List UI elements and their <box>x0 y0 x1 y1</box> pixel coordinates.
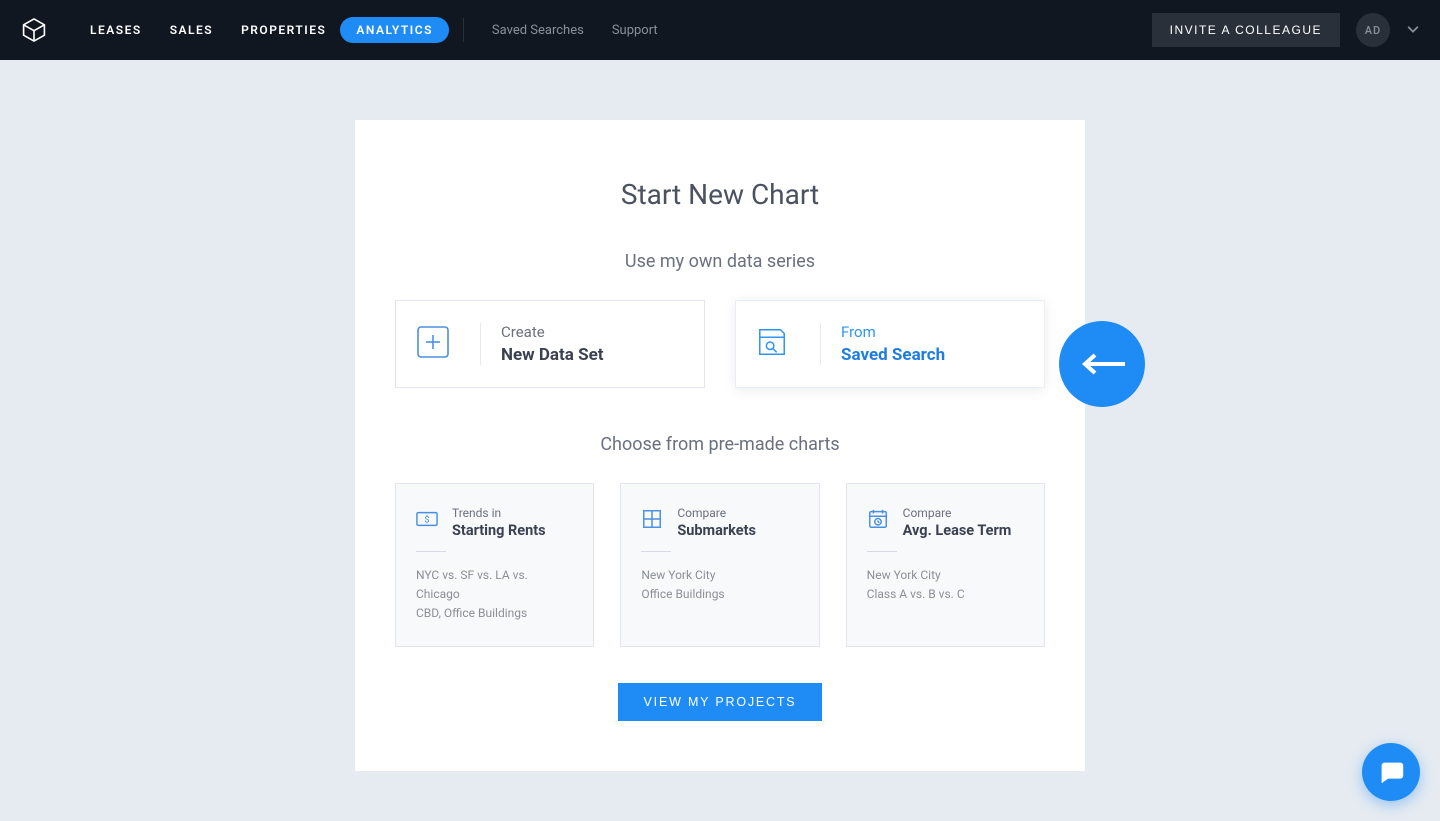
nav-analytics[interactable]: ANALYTICS <box>340 17 449 43</box>
start-chart-card: Start New Chart Use my own data series C… <box>355 120 1085 771</box>
premade-label-bottom: Avg. Lease Term <box>903 522 1012 539</box>
nav-leases[interactable]: LEASES <box>76 15 156 45</box>
premade-label-top: Compare <box>677 506 756 520</box>
premade-row: $ Trends in Starting Rents NYC vs. SF vs… <box>395 483 1045 647</box>
premade-lease-term-card[interactable]: Compare Avg. Lease Term New York City Cl… <box>846 483 1045 647</box>
options-row: Create New Data Set <box>395 300 1045 388</box>
option-label-bottom: Saved Search <box>841 345 945 365</box>
plus-square-icon <box>416 325 450 363</box>
logo-icon[interactable] <box>20 16 48 44</box>
nav-support[interactable]: Support <box>598 15 672 46</box>
svg-text:$: $ <box>424 515 429 526</box>
option-divider <box>820 323 821 365</box>
option-divider <box>480 323 481 365</box>
premade-desc: New York City Office Buildings <box>641 566 798 604</box>
premade-label-top: Compare <box>903 506 1012 520</box>
premade-label-top: Trends in <box>452 506 546 520</box>
from-saved-search-button[interactable]: From Saved Search <box>735 300 1045 388</box>
premade-desc: New York City Class A vs. B vs. C <box>867 566 1024 604</box>
card-title: Start New Chart <box>395 178 1045 211</box>
view-my-projects-button[interactable]: VIEW MY PROJECTS <box>618 683 823 721</box>
nav-saved-searches[interactable]: Saved Searches <box>478 15 598 46</box>
invite-colleague-button[interactable]: INVITE A COLLEAGUE <box>1152 13 1340 47</box>
chat-icon <box>1376 757 1406 787</box>
option-label-top: From <box>841 323 945 341</box>
chevron-down-icon[interactable] <box>1406 21 1420 40</box>
nav-right: INVITE A COLLEAGUE AD <box>1152 13 1420 47</box>
premade-label-bottom: Starting Rents <box>452 522 546 539</box>
nav-properties[interactable]: PROPERTIES <box>227 15 340 45</box>
own-data-title: Use my own data series <box>395 251 1045 272</box>
premade-starting-rents-card[interactable]: $ Trends in Starting Rents NYC vs. SF vs… <box>395 483 594 647</box>
option-label-bottom: New Data Set <box>501 345 604 365</box>
avatar[interactable]: AD <box>1356 13 1390 47</box>
grid-icon <box>641 508 663 530</box>
callout-arrow-icon <box>1059 321 1145 407</box>
premade-desc: NYC vs. SF vs. LA vs. Chicago CBD, Offic… <box>416 566 573 624</box>
chat-widget-button[interactable] <box>1362 743 1420 801</box>
premade-divider <box>641 551 671 552</box>
premade-divider <box>416 551 446 552</box>
option-label-top: Create <box>501 323 604 341</box>
premade-label-bottom: Submarkets <box>677 522 756 539</box>
premade-submarkets-card[interactable]: Compare Submarkets New York City Office … <box>620 483 819 647</box>
content-area: Start New Chart Use my own data series C… <box>0 60 1440 771</box>
premade-divider <box>867 551 897 552</box>
premade-title: Choose from pre-made charts <box>395 434 1045 455</box>
create-new-data-set-button[interactable]: Create New Data Set <box>395 300 705 388</box>
calendar-clock-icon <box>867 508 889 530</box>
nav-divider <box>463 18 464 42</box>
dollar-card-icon: $ <box>416 508 438 530</box>
nav-sales[interactable]: SALES <box>156 15 227 45</box>
navbar: LEASES SALES PROPERTIES ANALYTICS Saved … <box>0 0 1440 60</box>
saved-search-icon <box>756 326 788 362</box>
nav-links: LEASES SALES PROPERTIES ANALYTICS Saved … <box>76 15 672 46</box>
